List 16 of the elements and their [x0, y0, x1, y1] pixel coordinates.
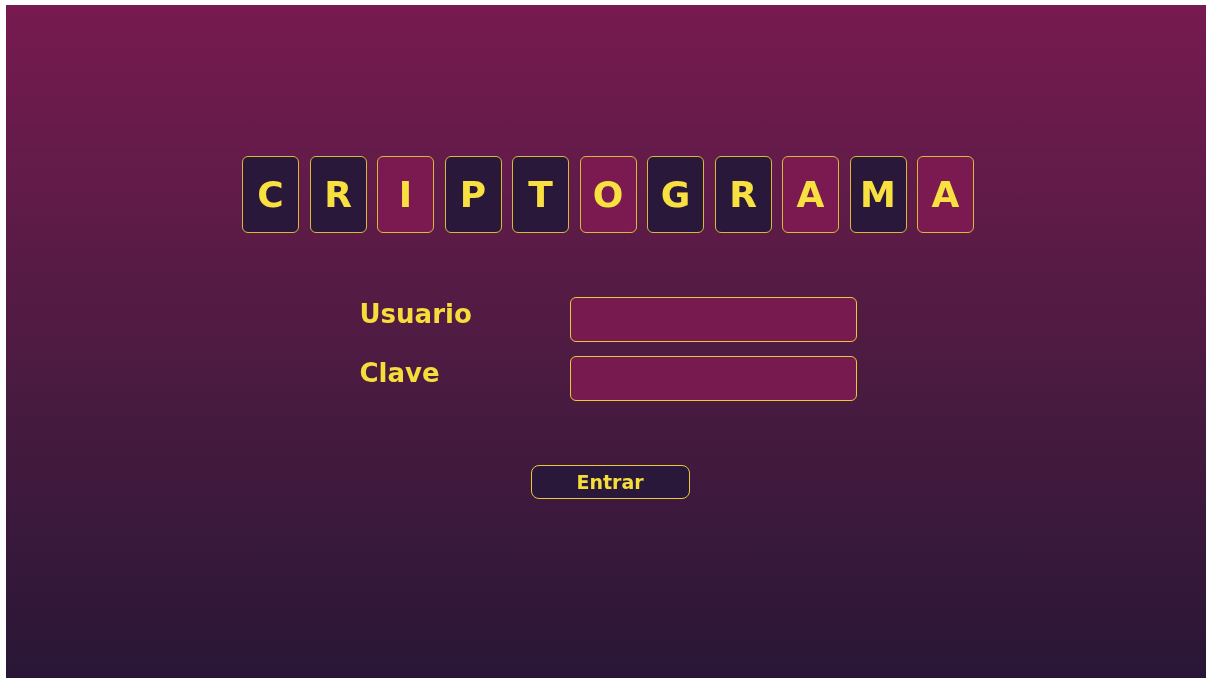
letter-tile: A: [917, 156, 974, 233]
letter-tile: P: [444, 156, 502, 233]
letter-tile: A: [782, 156, 839, 233]
letter-tile: I: [377, 156, 434, 233]
login-button[interactable]: Entrar: [530, 465, 690, 499]
letter-tile: R: [714, 156, 772, 233]
field-label: Clave: [359, 357, 441, 390]
letter-tile: O: [579, 156, 637, 233]
letter-tile: C: [242, 156, 299, 233]
letter-tile: G: [647, 156, 704, 233]
letter-tile: R: [309, 156, 367, 233]
input-field[interactable]: [569, 356, 857, 401]
input-field[interactable]: [569, 297, 857, 342]
field-label: Usuario: [359, 298, 473, 331]
letter-tile: T: [512, 156, 569, 233]
letter-tile: M: [849, 156, 907, 233]
